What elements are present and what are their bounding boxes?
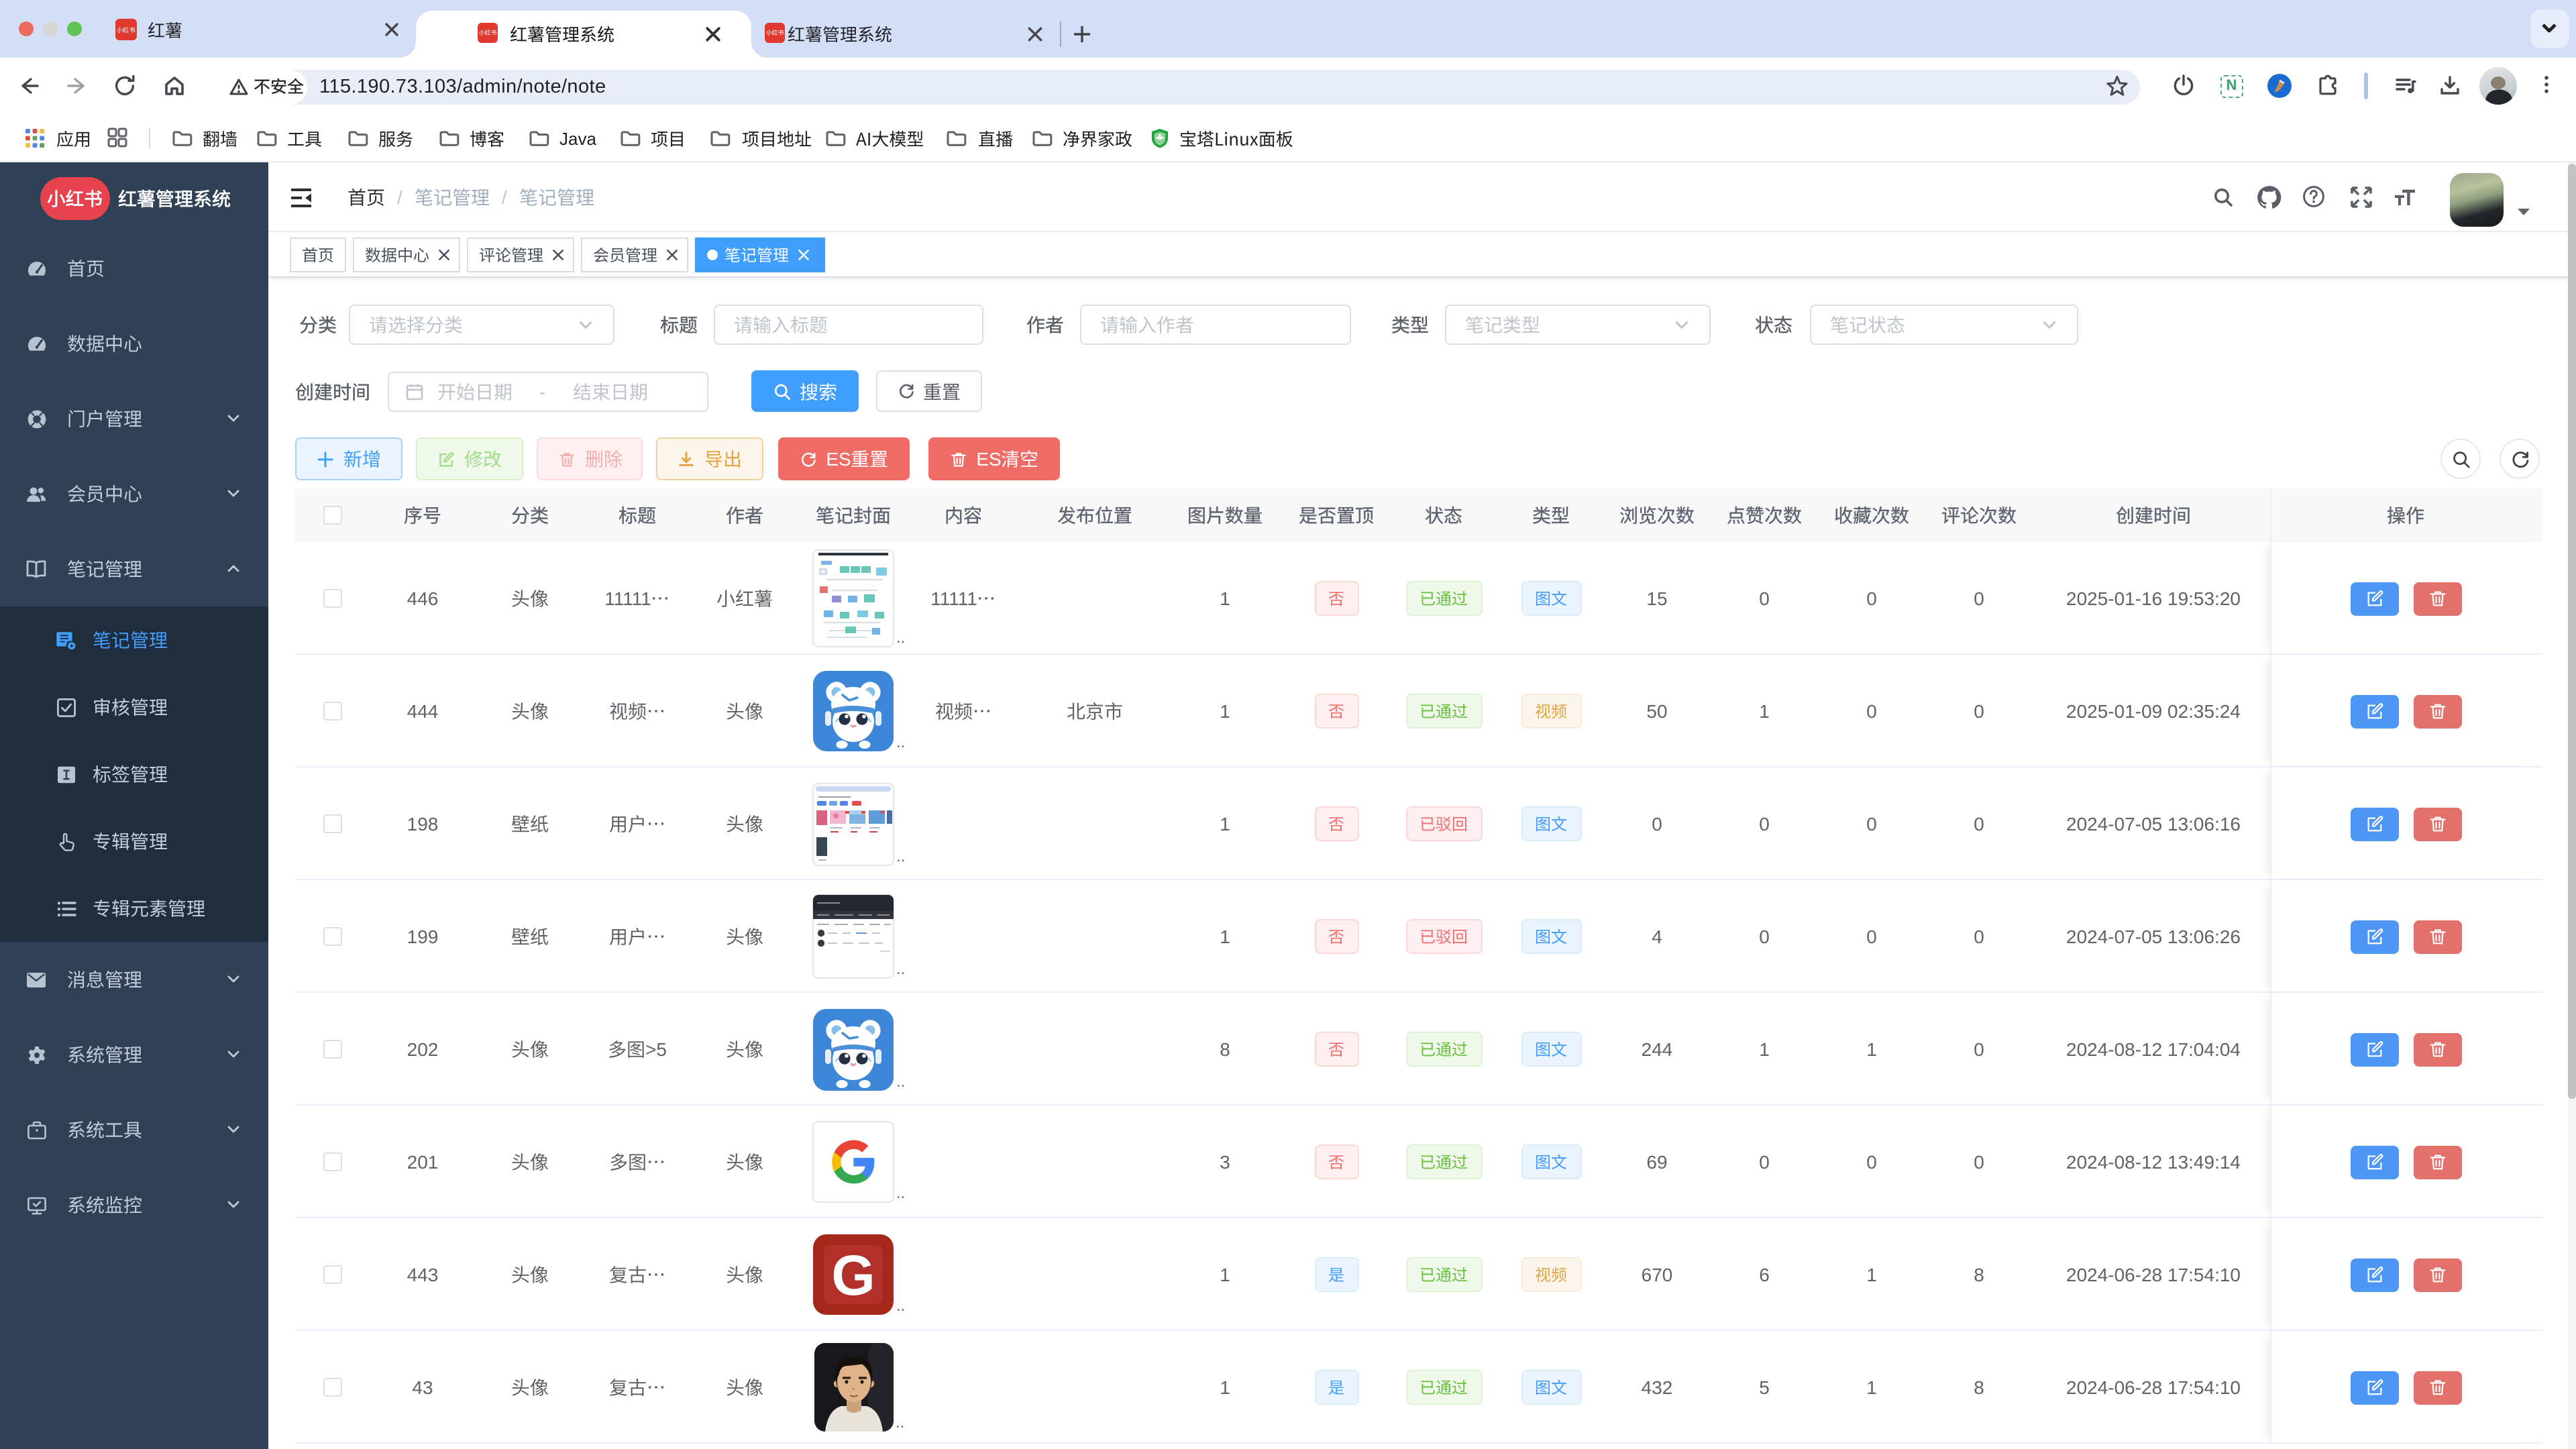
svg-text:G: G: [831, 1244, 875, 1307]
